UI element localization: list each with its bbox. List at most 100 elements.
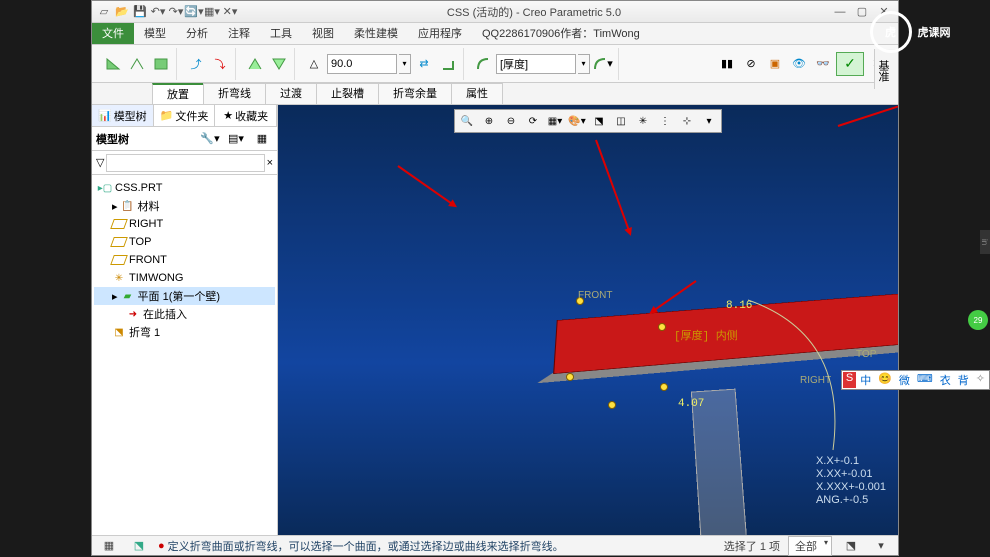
- angle-side-icon[interactable]: [437, 53, 459, 75]
- notification-badge[interactable]: 29: [968, 310, 988, 330]
- tree-settings-icon[interactable]: 🔧▾: [199, 128, 221, 150]
- main-area: 📊模型树 📁文件夹 ★收藏夹 模型树 🔧▾ ▤▾ ▦ ▽ × ▸▢CSS.PRT…: [92, 105, 898, 535]
- radius-icon[interactable]: [472, 53, 494, 75]
- smart-filter-icon[interactable]: ▾: [870, 535, 892, 557]
- zoom-fit-icon[interactable]: 🔍: [457, 112, 477, 130]
- angle-dropdown[interactable]: ▾: [399, 54, 411, 74]
- open-icon[interactable]: 📂: [114, 4, 130, 20]
- annotation-arrow: [397, 165, 455, 207]
- selection-filter[interactable]: 全部: [788, 536, 832, 556]
- filter-clear-icon[interactable]: ×: [267, 157, 273, 169]
- pause-button[interactable]: ▮▮: [716, 53, 738, 75]
- bend-angle-icon[interactable]: [102, 53, 124, 75]
- tree-node-wall[interactable]: ▸▰平面 1(第一个壁): [94, 287, 275, 305]
- drag-handle[interactable]: [566, 373, 574, 381]
- verify-icon[interactable]: ▣: [764, 53, 786, 75]
- side1-icon[interactable]: [244, 53, 266, 75]
- tree-node-right[interactable]: RIGHT: [94, 215, 275, 233]
- tree-tab-fav[interactable]: ★收藏夹: [215, 105, 277, 126]
- subtab-placement[interactable]: 放置: [152, 83, 204, 104]
- close-win-icon[interactable]: ✕▾: [222, 4, 238, 20]
- tree-node-insert[interactable]: ➜在此插入: [94, 305, 275, 323]
- datum-csys-icon[interactable]: ⊹: [677, 112, 697, 130]
- tree-root[interactable]: ▸▢CSS.PRT: [94, 179, 275, 197]
- tree-node-front[interactable]: FRONT: [94, 251, 275, 269]
- tree-node-material[interactable]: ▸📋材料: [94, 197, 275, 215]
- status-icon-2[interactable]: ⬔: [128, 535, 150, 557]
- statusbar: ▦ ⬔ ●定义折弯曲面或折弯线，可以选择一个曲面，或通过选择边或曲线来选择折弯线…: [92, 535, 898, 555]
- no-preview-icon[interactable]: ⊘: [740, 53, 762, 75]
- bend-line-icon[interactable]: [150, 53, 172, 75]
- dimension-2[interactable]: 4.07: [678, 398, 704, 410]
- direction-icon[interactable]: ⤵: [209, 53, 231, 75]
- tree-node-bend[interactable]: ⬔折弯 1: [94, 323, 275, 341]
- zoom-in-icon[interactable]: ⊕: [479, 112, 499, 130]
- annotation-icon[interactable]: ▾: [699, 112, 719, 130]
- tab-tools[interactable]: 工具: [260, 23, 302, 44]
- subtab-allowance[interactable]: 折弯余量: [378, 83, 452, 104]
- tree-layer-icon[interactable]: ▦: [251, 128, 273, 150]
- tree-node-csys[interactable]: ✳TIMWONG: [94, 269, 275, 287]
- glasses-icon[interactable]: 👓: [812, 53, 834, 75]
- tab-annotate[interactable]: 注释: [218, 23, 260, 44]
- tab-apps[interactable]: 应用程序: [408, 23, 472, 44]
- maximize-button[interactable]: ▢: [852, 4, 872, 20]
- side-tab[interactable]: in: [980, 230, 990, 254]
- subtab-bendline[interactable]: 折弯线: [203, 83, 266, 104]
- annotation-arrow: [838, 105, 898, 127]
- minimize-button[interactable]: —: [830, 4, 850, 20]
- status-icon-1[interactable]: ▦: [98, 535, 120, 557]
- feature-preview-icon[interactable]: 👁: [788, 53, 810, 75]
- drag-handle[interactable]: [658, 323, 666, 331]
- datum-side-label[interactable]: 基准: [874, 49, 898, 89]
- redo-icon[interactable]: ↷▾: [168, 4, 184, 20]
- regen-icon[interactable]: 🔄▾: [186, 4, 202, 20]
- shade-icon[interactable]: ▦▾: [545, 112, 565, 130]
- tree-tab-model[interactable]: 📊模型树: [92, 105, 154, 126]
- refit-icon[interactable]: ⟳: [523, 112, 543, 130]
- perspective-icon[interactable]: ⬔: [589, 112, 609, 130]
- tab-analysis[interactable]: 分析: [176, 23, 218, 44]
- filter-icon[interactable]: ▽: [96, 156, 104, 169]
- geom-filter-icon[interactable]: ⬔: [840, 535, 862, 557]
- angle-input[interactable]: [327, 54, 397, 74]
- side2-icon[interactable]: [268, 53, 290, 75]
- tab-model[interactable]: 模型: [134, 23, 176, 44]
- undo-icon[interactable]: ↶▾: [150, 4, 166, 20]
- datum-point-icon[interactable]: ⋮: [655, 112, 675, 130]
- windows-icon[interactable]: ▦▾: [204, 4, 220, 20]
- drag-handle[interactable]: [608, 401, 616, 409]
- datum-axis-icon[interactable]: ✳: [633, 112, 653, 130]
- save-icon[interactable]: 💾: [132, 4, 148, 20]
- window-controls: — ▢ ✕: [830, 4, 894, 20]
- saved-views-icon[interactable]: 🎨▾: [567, 112, 587, 130]
- datum-plane-icon[interactable]: ◫: [611, 112, 631, 130]
- tree-tab-folder[interactable]: 📁文件夹: [154, 105, 216, 126]
- depth-input[interactable]: [496, 54, 576, 74]
- ok-button[interactable]: ✓: [836, 52, 864, 76]
- tree-body: ▸▢CSS.PRT ▸📋材料 RIGHT TOP FRONT ✳TIMWONG …: [92, 175, 277, 535]
- depth-dropdown[interactable]: ▾: [578, 54, 590, 74]
- new-icon[interactable]: ▱: [96, 4, 112, 20]
- viewport[interactable]: 🔍 ⊕ ⊖ ⟳ ▦▾ 🎨▾ ⬔ ◫ ✳ ⋮ ⊹ ▾ FRONT TOP RIGH…: [278, 105, 898, 535]
- tab-view[interactable]: 视图: [302, 23, 344, 44]
- bend-edge-icon[interactable]: [126, 53, 148, 75]
- depth-flip-icon[interactable]: ▾: [592, 53, 614, 75]
- subtab-props[interactable]: 属性: [451, 83, 503, 104]
- tree-filter-input[interactable]: [106, 154, 264, 172]
- subtab-relief[interactable]: 止裂槽: [316, 83, 379, 104]
- tab-file[interactable]: 文件: [92, 23, 134, 44]
- subtab-transition[interactable]: 过渡: [265, 83, 317, 104]
- zoom-out-icon[interactable]: ⊖: [501, 112, 521, 130]
- flip-icon[interactable]: ⤴: [185, 53, 207, 75]
- drag-handle[interactable]: [660, 383, 668, 391]
- tree-node-top[interactable]: TOP: [94, 233, 275, 251]
- ribbon-tabs: 文件 模型 分析 注释 工具 视图 柔性建模 应用程序 QQ2286170906…: [92, 23, 898, 45]
- close-button[interactable]: ✕: [874, 4, 894, 20]
- angle-type-icon[interactable]: △: [303, 53, 325, 75]
- tree-show-icon[interactable]: ▤▾: [225, 128, 247, 150]
- tab-flex[interactable]: 柔性建模: [344, 23, 408, 44]
- flip-angle-icon[interactable]: ⇄: [413, 53, 435, 75]
- tab-author[interactable]: QQ2286170906作者：TimWong: [472, 23, 650, 44]
- ime-toolbar[interactable]: S 中 😊 微 ⌨ 衣 背 ✧: [841, 370, 990, 390]
